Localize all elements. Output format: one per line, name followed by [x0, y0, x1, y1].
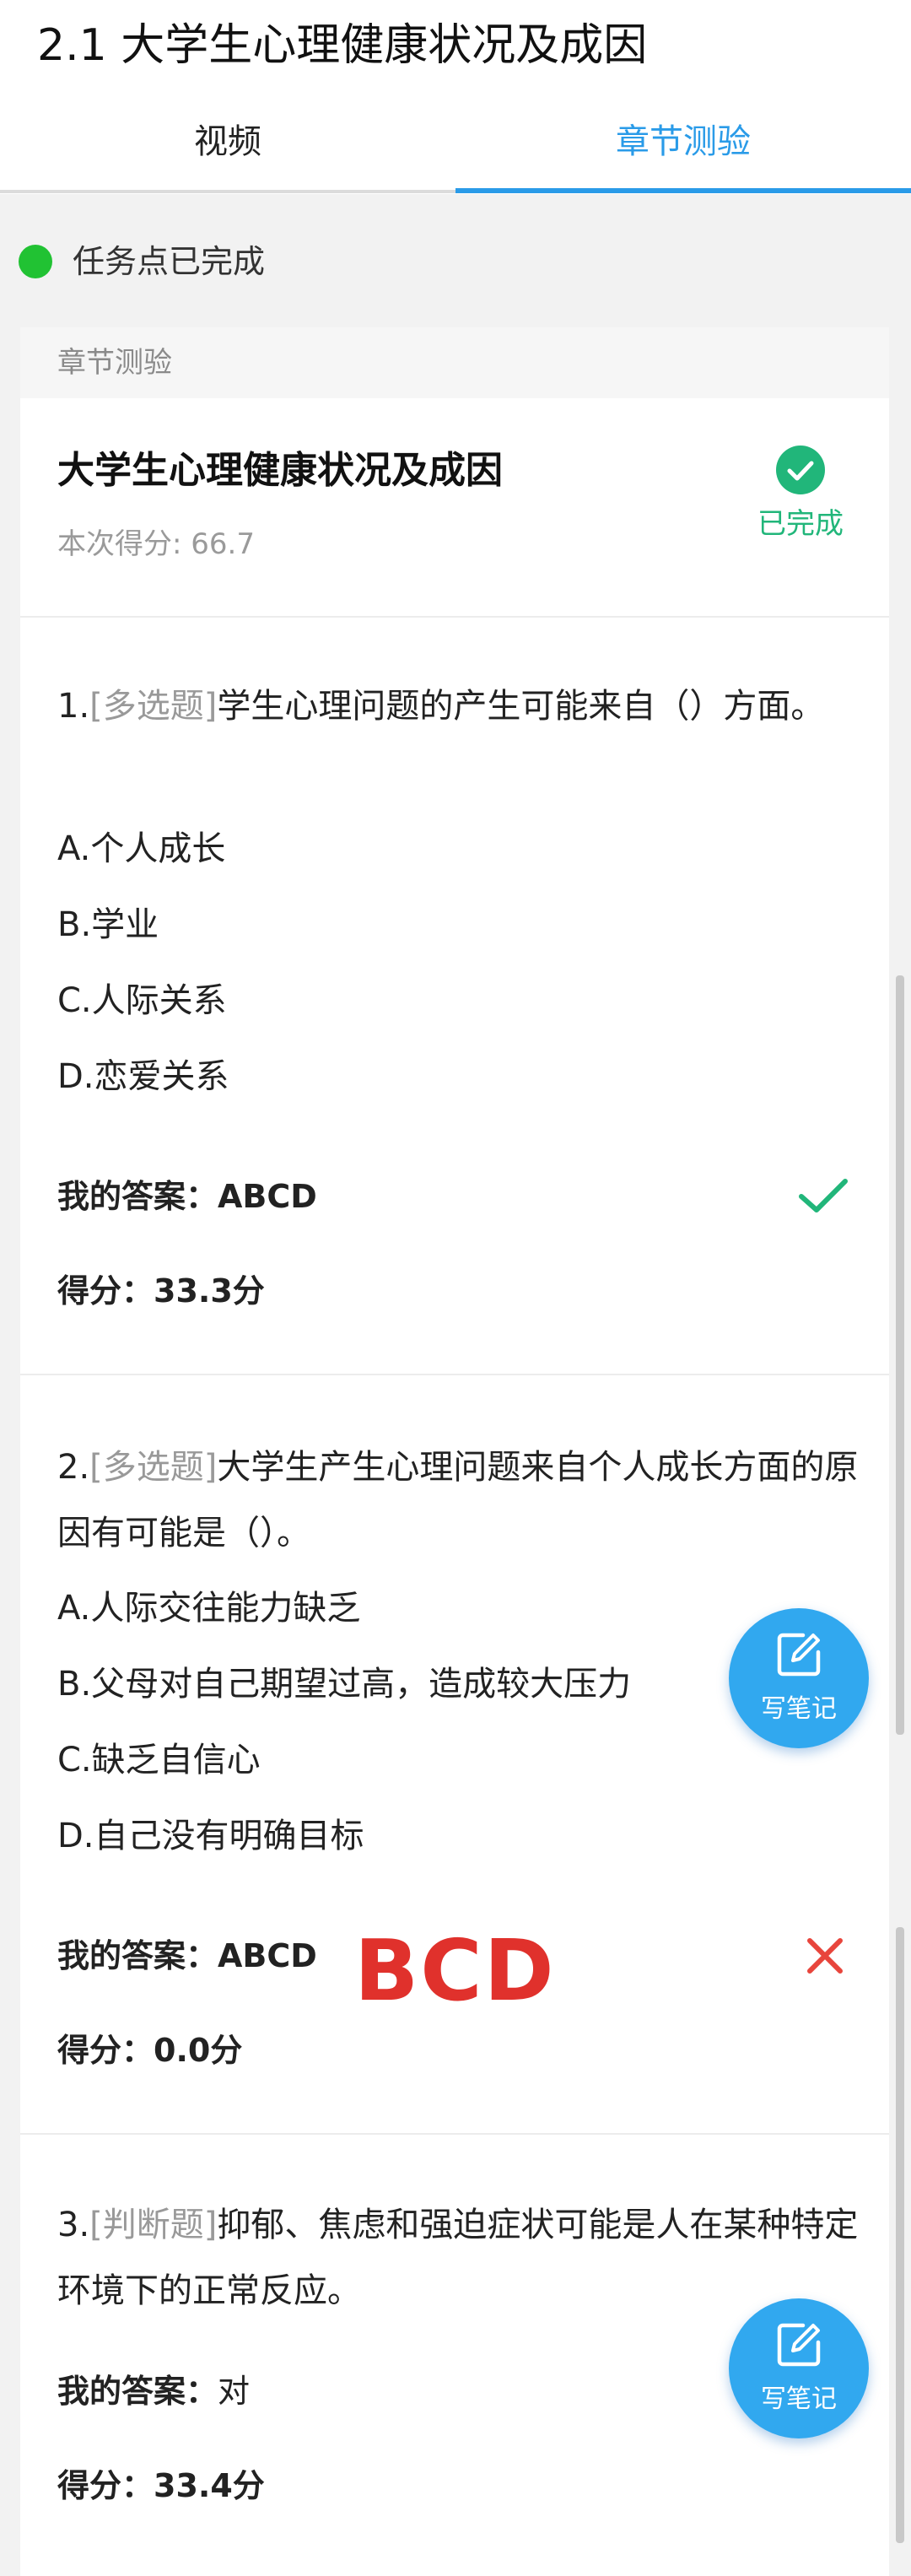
card-header: 章节测验: [20, 327, 889, 398]
app-header: 2.1 大学生心理健康状况及成因 视频 章节测验: [0, 0, 911, 194]
score-value: 0.0分: [154, 2032, 243, 2069]
option-b: B.父母对自己期望过高，造成较大压力: [57, 1665, 632, 1704]
answer-annotation: BCD: [354, 1921, 556, 2020]
write-notes-button[interactable]: 写笔记: [729, 1608, 869, 1748]
edit-note-icon: [777, 2323, 821, 2367]
question-1-text: 1.[多选题]学生心理问题的产生可能来自（）方面。: [57, 673, 867, 739]
total-score: 本次得分: 66.7: [57, 527, 255, 561]
question-number: 1.: [57, 687, 90, 726]
option-c: C.缺乏自信心: [57, 1741, 261, 1779]
page-title: 2.1 大学生心理健康状况及成因: [37, 20, 648, 71]
status-dot-icon: [19, 245, 52, 278]
question-number: 2.: [57, 1448, 90, 1487]
question-stem: 学生心理问题的产生可能来自（）方面。: [217, 687, 825, 726]
completed-check-icon: [776, 446, 825, 494]
tab-bar: 视频 章节测验: [0, 100, 911, 193]
tab-video[interactable]: 视频: [0, 100, 456, 192]
question-score: 得分：33.3分: [57, 1266, 265, 1316]
option-a: A.人际交往能力缺乏: [57, 1589, 361, 1628]
write-notes-button[interactable]: 写笔记: [729, 2298, 869, 2438]
divider: [20, 616, 889, 618]
my-answer: 我的答案：对: [57, 2366, 250, 2417]
my-answer: 我的答案：ABCD: [57, 1171, 317, 1222]
my-answer: 我的答案：ABCD: [57, 1931, 317, 1981]
question-number: 3.: [57, 2206, 90, 2244]
question-3-text: 3.[判断题]抑郁、焦虑和强迫症状可能是人在某种特定环境下的正常反应。: [57, 2192, 867, 2324]
active-tab-indicator: [456, 188, 911, 193]
score-label: 得分：: [57, 2032, 154, 2069]
my-answer-value: 对: [218, 2373, 251, 2410]
my-answer-value: ABCD: [218, 1937, 317, 1974]
option-d: D.恋爱关系: [57, 1057, 229, 1096]
question-score: 得分：0.0分: [57, 2025, 242, 2076]
score-label: 得分：: [57, 1272, 154, 1310]
status-text: 任务点已完成: [73, 243, 266, 280]
tab-chapter-quiz[interactable]: 章节测验: [456, 100, 911, 192]
option-d: D.自己没有明确目标: [57, 1817, 364, 1855]
question-type: [多选题]: [89, 687, 218, 726]
quiz-title: 大学生心理健康状况及成因: [57, 449, 503, 492]
question-type: [判断题]: [89, 2206, 218, 2244]
question-type: [多选题]: [89, 1448, 218, 1487]
option-a: A.个人成长: [57, 829, 226, 868]
tab-divider: [0, 190, 456, 193]
quiz-card: 章节测验 大学生心理健康状况及成因 本次得分: 66.7 已完成 1.[多选题]…: [20, 327, 889, 2576]
scrollbar-thumb[interactable]: [896, 1927, 904, 2543]
write-notes-label: 写笔记: [761, 1694, 837, 1724]
scrollbar-thumb[interactable]: [896, 975, 904, 1735]
question-2-text: 2.[多选题]大学生产生心理问题来自个人成长方面的原因有可能是（）。: [57, 1434, 867, 1566]
divider: [20, 2133, 889, 2135]
score-label: 得分：: [57, 2467, 154, 2504]
my-answer-label: 我的答案：: [57, 1178, 218, 1215]
score-value: 33.3分: [154, 1272, 265, 1310]
edit-note-icon: [777, 1633, 821, 1677]
option-b: B.学业: [57, 905, 159, 944]
my-answer-label: 我的答案：: [57, 2373, 218, 2410]
divider: [20, 1374, 889, 1375]
write-notes-label: 写笔记: [761, 2384, 837, 2414]
my-answer-value: ABCD: [218, 1178, 317, 1215]
correct-check-icon: [798, 1176, 849, 1220]
completed-label: 已完成: [757, 507, 844, 541]
wrong-x-icon: [805, 1936, 845, 1979]
card-header-label: 章节测验: [57, 346, 172, 380]
score-value: 33.4分: [154, 2467, 265, 2504]
question-score: 得分：33.4分: [57, 2460, 265, 2511]
my-answer-label: 我的答案：: [57, 1937, 218, 1974]
option-c: C.人际关系: [57, 981, 227, 1020]
